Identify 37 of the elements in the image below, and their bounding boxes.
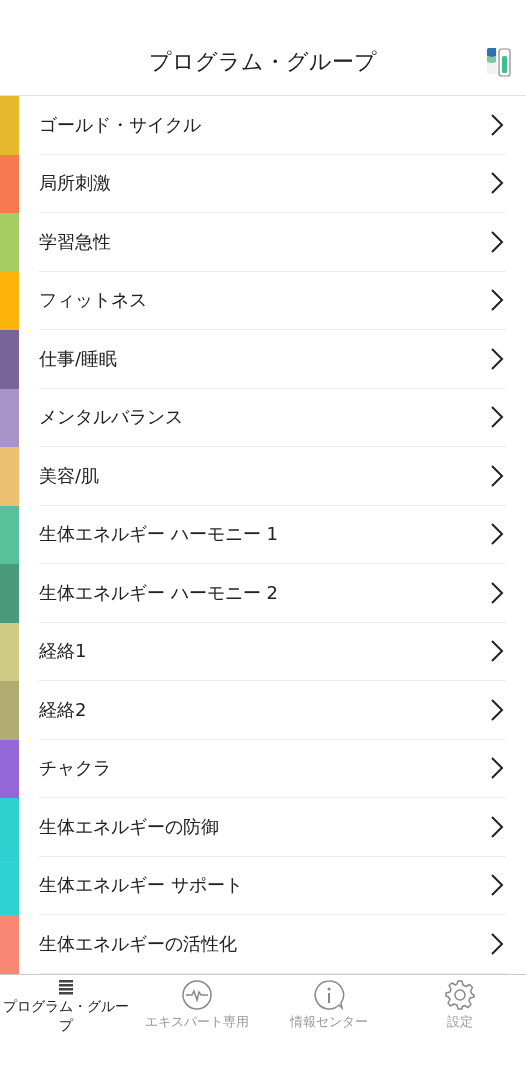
- heartbeat-icon: [181, 978, 214, 1011]
- screen-title: プログラム・グループ: [149, 48, 377, 76]
- group-list-item[interactable]: 生体エネルギー ハーモニー 1: [0, 505, 526, 564]
- tab-button[interactable]: プログラム・グループ: [0, 974, 132, 1041]
- chevron-right-icon: [490, 756, 504, 781]
- chevron-right-icon: [490, 931, 504, 956]
- chevron-right-icon: [490, 346, 504, 371]
- group-list-item[interactable]: 生体エネルギー ハーモニー 2: [0, 564, 526, 623]
- settings-icon: [444, 978, 477, 1011]
- group-list-item[interactable]: 仕事/睡眠: [0, 330, 526, 389]
- chevron-right-icon: [490, 171, 504, 196]
- group-list-item[interactable]: 生体エネルギーの防御: [0, 798, 526, 857]
- group-list-item[interactable]: フィットネス: [0, 271, 526, 330]
- chevron-right-icon: [490, 112, 504, 137]
- device-battery-icon[interactable]: [486, 46, 512, 78]
- chevron-right-icon: [490, 463, 504, 488]
- chevron-right-icon: [490, 580, 504, 605]
- chevron-right-icon: [490, 639, 504, 664]
- chevron-right-icon: [490, 229, 504, 254]
- group-list-item[interactable]: 経絡1: [0, 622, 526, 681]
- chevron-right-icon: [490, 522, 504, 547]
- group-list-item[interactable]: メンタルバランス: [0, 388, 526, 447]
- group-list-item[interactable]: 経絡2: [0, 681, 526, 740]
- group-list-item[interactable]: 生体エネルギー サポート: [0, 856, 526, 915]
- chevron-right-icon: [490, 405, 504, 430]
- group-list-item[interactable]: ゴールド・サイクル: [0, 96, 526, 155]
- group-list-item[interactable]: チャクラ: [0, 739, 526, 798]
- group-list-item[interactable]: 生体エネルギーの活性化: [0, 915, 526, 974]
- group-list-item[interactable]: 学習急性: [0, 213, 526, 272]
- info-icon: [312, 978, 345, 1011]
- chevron-right-icon: [490, 697, 504, 722]
- list-icon: [57, 978, 74, 995]
- group-list-item[interactable]: 美容/肌: [0, 447, 526, 506]
- chevron-right-icon: [490, 873, 504, 898]
- chevron-right-icon: [490, 814, 504, 839]
- group-list-item[interactable]: 局所刺激: [0, 154, 526, 213]
- chevron-right-icon: [490, 288, 504, 313]
